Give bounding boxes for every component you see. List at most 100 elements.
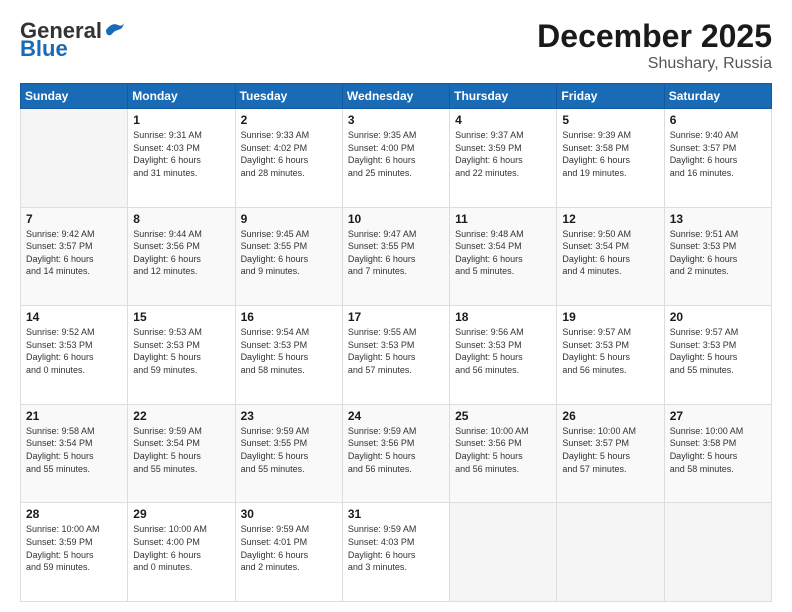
day-number: 13	[670, 212, 766, 226]
day-number: 14	[26, 310, 122, 324]
table-row: 3Sunrise: 9:35 AM Sunset: 4:00 PM Daylig…	[342, 109, 449, 208]
day-number: 21	[26, 409, 122, 423]
table-row: 29 Sunrise: 10:00 AM Sunset: 4:00 PM Dayl…	[128, 503, 235, 602]
day-number: 29	[133, 507, 229, 521]
logo-blue: Blue	[20, 36, 68, 62]
table-row: 13Sunrise: 9:51 AM Sunset: 3:53 PM Dayli…	[664, 207, 771, 306]
header: General Blue December 2025 Shushary, Rus…	[20, 18, 772, 73]
day-info: Sunrise: 9:54 AM Sunset: 3:53 PM Dayligh…	[241, 326, 337, 376]
table-row: 14 Sunrise: 9:52 AM Sunset: 3:53 PM Dayli…	[21, 306, 128, 405]
day-number: 7	[26, 212, 122, 226]
table-row: 31 Sunrise: 9:59 AM Sunset: 4:03 PM Dayli…	[342, 503, 449, 602]
day-info: Sunrise: 9:42 AM Sunset: 3:57 PM Dayligh…	[26, 228, 122, 278]
day-number: 16	[241, 310, 337, 324]
day-number: 31	[348, 507, 444, 521]
calendar-week-row: 1Sunrise: 9:31 AM Sunset: 4:03 PM Daylig…	[21, 109, 772, 208]
day-number: 18	[455, 310, 551, 324]
calendar-week-row: 21Sunrise: 9:58 AM Sunset: 3:54 PM Dayli…	[21, 404, 772, 503]
day-info: Sunrise: 9:52 AM Sunset: 3:53 PM Dayligh…	[26, 326, 122, 376]
day-number: 17	[348, 310, 444, 324]
day-number: 30	[241, 507, 337, 521]
day-info: Sunrise: 9:57 AM Sunset: 3:53 PM Dayligh…	[562, 326, 658, 376]
col-thursday: Thursday	[450, 84, 557, 109]
page: General Blue December 2025 Shushary, Rus…	[0, 0, 792, 612]
table-row: 26 Sunrise: 10:00 AM Sunset: 3:57 PM Dayl…	[557, 404, 664, 503]
day-info: Sunrise: 10:00 AM Sunset: 3:59 PM Daylig…	[26, 523, 122, 573]
day-number: 11	[455, 212, 551, 226]
day-info: Sunrise: 9:53 AM Sunset: 3:53 PM Dayligh…	[133, 326, 229, 376]
table-row: 5 Sunrise: 9:39 AM Sunset: 3:58 PM Daylig…	[557, 109, 664, 208]
calendar-header-row: Sunday Monday Tuesday Wednesday Thursday…	[21, 84, 772, 109]
day-info: Sunrise: 9:57 AM Sunset: 3:53 PM Dayligh…	[670, 326, 766, 376]
table-row: 1Sunrise: 9:31 AM Sunset: 4:03 PM Daylig…	[128, 109, 235, 208]
day-number: 27	[670, 409, 766, 423]
col-sunday: Sunday	[21, 84, 128, 109]
day-number: 23	[241, 409, 337, 423]
table-row	[450, 503, 557, 602]
table-row: 19 Sunrise: 9:57 AM Sunset: 3:53 PM Dayli…	[557, 306, 664, 405]
day-number: 20	[670, 310, 766, 324]
table-row: 24 Sunrise: 9:59 AM Sunset: 3:56 PM Dayli…	[342, 404, 449, 503]
day-number: 25	[455, 409, 551, 423]
table-row: 11Sunrise: 9:48 AM Sunset: 3:54 PM Dayli…	[450, 207, 557, 306]
day-number: 10	[348, 212, 444, 226]
day-info: Sunrise: 9:56 AM Sunset: 3:53 PM Dayligh…	[455, 326, 551, 376]
day-number: 2	[241, 113, 337, 127]
calendar-week-row: 28Sunrise: 10:00 AM Sunset: 3:59 PM Dayl…	[21, 503, 772, 602]
table-row: 17 Sunrise: 9:55 AM Sunset: 3:53 PM Dayli…	[342, 306, 449, 405]
col-tuesday: Tuesday	[235, 84, 342, 109]
table-row: 12 Sunrise: 9:50 AM Sunset: 3:54 PM Dayli…	[557, 207, 664, 306]
table-row: 16 Sunrise: 9:54 AM Sunset: 3:53 PM Dayli…	[235, 306, 342, 405]
day-info: Sunrise: 9:59 AM Sunset: 3:56 PM Dayligh…	[348, 425, 444, 475]
table-row: 2 Sunrise: 9:33 AM Sunset: 4:02 PM Daylig…	[235, 109, 342, 208]
day-number: 8	[133, 212, 229, 226]
table-row: 28Sunrise: 10:00 AM Sunset: 3:59 PM Dayl…	[21, 503, 128, 602]
logo-bird-icon	[104, 20, 126, 38]
table-row: 27 Sunrise: 10:00 AM Sunset: 3:58 PM Dayl…	[664, 404, 771, 503]
day-info: Sunrise: 10:00 AM Sunset: 3:58 PM Daylig…	[670, 425, 766, 475]
day-number: 24	[348, 409, 444, 423]
location: Shushary, Russia	[537, 55, 772, 73]
table-row: 6 Sunrise: 9:40 AM Sunset: 3:57 PM Daylig…	[664, 109, 771, 208]
day-number: 19	[562, 310, 658, 324]
day-info: Sunrise: 9:55 AM Sunset: 3:53 PM Dayligh…	[348, 326, 444, 376]
day-info: Sunrise: 9:35 AM Sunset: 4:00 PM Dayligh…	[348, 129, 444, 179]
table-row	[557, 503, 664, 602]
col-saturday: Saturday	[664, 84, 771, 109]
calendar-table: Sunday Monday Tuesday Wednesday Thursday…	[20, 83, 772, 602]
day-info: Sunrise: 9:50 AM Sunset: 3:54 PM Dayligh…	[562, 228, 658, 278]
day-info: Sunrise: 9:47 AM Sunset: 3:55 PM Dayligh…	[348, 228, 444, 278]
day-info: Sunrise: 9:40 AM Sunset: 3:57 PM Dayligh…	[670, 129, 766, 179]
day-info: Sunrise: 9:37 AM Sunset: 3:59 PM Dayligh…	[455, 129, 551, 179]
calendar-week-row: 14 Sunrise: 9:52 AM Sunset: 3:53 PM Dayli…	[21, 306, 772, 405]
day-info: Sunrise: 9:59 AM Sunset: 3:54 PM Dayligh…	[133, 425, 229, 475]
day-info: Sunrise: 9:39 AM Sunset: 3:58 PM Dayligh…	[562, 129, 658, 179]
day-info: Sunrise: 9:33 AM Sunset: 4:02 PM Dayligh…	[241, 129, 337, 179]
table-row	[664, 503, 771, 602]
day-number: 15	[133, 310, 229, 324]
day-number: 9	[241, 212, 337, 226]
day-number: 6	[670, 113, 766, 127]
table-row: 4 Sunrise: 9:37 AM Sunset: 3:59 PM Daylig…	[450, 109, 557, 208]
table-row: 25 Sunrise: 10:00 AM Sunset: 3:56 PM Dayl…	[450, 404, 557, 503]
day-number: 12	[562, 212, 658, 226]
table-row: 7 Sunrise: 9:42 AM Sunset: 3:57 PM Daylig…	[21, 207, 128, 306]
logo: General Blue	[20, 18, 126, 62]
day-number: 22	[133, 409, 229, 423]
day-number: 26	[562, 409, 658, 423]
title-block: December 2025 Shushary, Russia	[537, 18, 772, 73]
day-number: 5	[562, 113, 658, 127]
day-number: 1	[133, 113, 229, 127]
col-wednesday: Wednesday	[342, 84, 449, 109]
day-info: Sunrise: 9:59 AM Sunset: 4:03 PM Dayligh…	[348, 523, 444, 573]
table-row: 23 Sunrise: 9:59 AM Sunset: 3:55 PM Dayli…	[235, 404, 342, 503]
month-title: December 2025	[537, 18, 772, 55]
day-info: Sunrise: 10:00 AM Sunset: 4:00 PM Daylig…	[133, 523, 229, 573]
table-row: 9Sunrise: 9:45 AM Sunset: 3:55 PM Daylig…	[235, 207, 342, 306]
day-number: 4	[455, 113, 551, 127]
day-info: Sunrise: 9:59 AM Sunset: 3:55 PM Dayligh…	[241, 425, 337, 475]
table-row: 15 Sunrise: 9:53 AM Sunset: 3:53 PM Dayli…	[128, 306, 235, 405]
day-info: Sunrise: 10:00 AM Sunset: 3:57 PM Daylig…	[562, 425, 658, 475]
day-info: Sunrise: 10:00 AM Sunset: 3:56 PM Daylig…	[455, 425, 551, 475]
col-friday: Friday	[557, 84, 664, 109]
